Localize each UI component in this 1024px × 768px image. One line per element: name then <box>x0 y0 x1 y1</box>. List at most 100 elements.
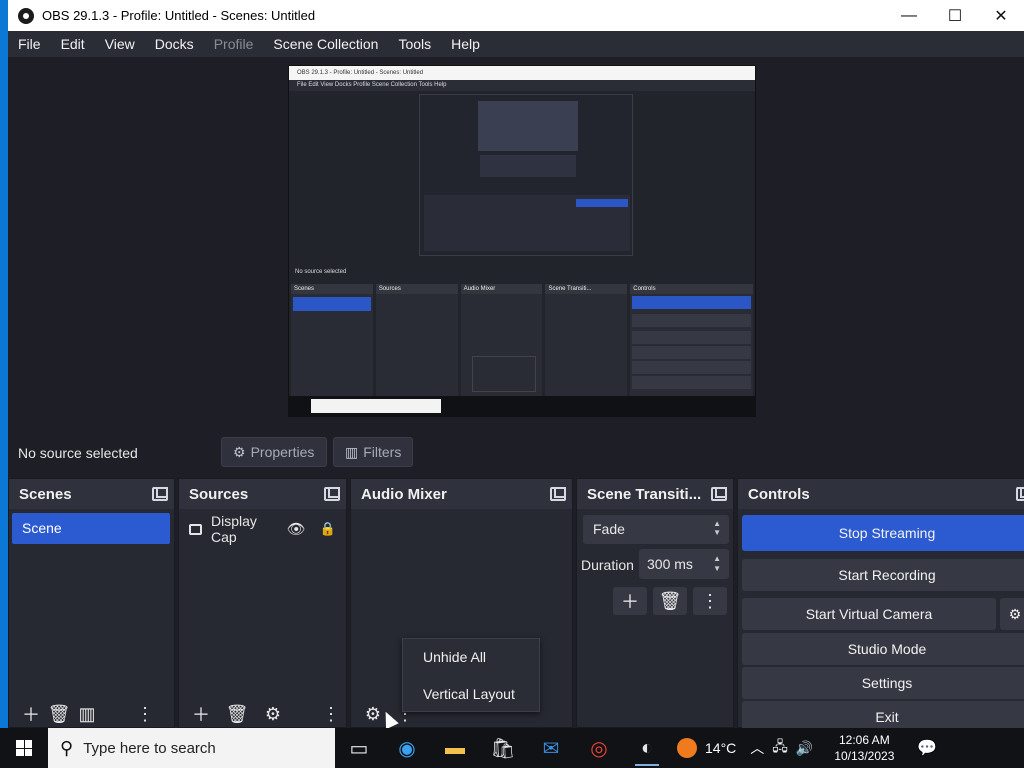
taskbar-clock[interactable]: 12:06 AM 10/13/2023 <box>829 732 899 764</box>
mail-icon[interactable]: ✉ <box>527 728 575 768</box>
unhide-all-menu-item[interactable]: Unhide All <box>403 639 539 676</box>
no-source-label: No source selected <box>18 445 138 461</box>
desktop-edge <box>0 0 8 728</box>
start-virtual-camera-button[interactable]: Start Virtual Camera <box>742 598 996 630</box>
search-icon: ⚲ <box>60 737 74 758</box>
stream-preview[interactable]: OBS 29.1.3 - Profile: Untitled - Scenes:… <box>288 65 756 417</box>
preview-nested-window <box>419 94 633 256</box>
controls-title: Controls <box>748 485 810 503</box>
clock-time: 12:06 AM <box>838 733 890 747</box>
scenes-toolbar: ＋ 🗑 ▥ ⋮ <box>9 701 174 727</box>
preview-dock-header: Controls <box>630 284 753 294</box>
taskbar-search[interactable]: ⚲ Type here to search <box>48 728 335 768</box>
source-item[interactable]: Display Cap 👁 🔒 <box>189 513 336 545</box>
task-view-icon[interactable]: ▭ <box>335 728 383 768</box>
undock-icon[interactable] <box>711 487 727 501</box>
lock-icon[interactable]: 🔒 <box>320 521 336 537</box>
eye-icon[interactable]: 👁 <box>287 520 306 538</box>
chevron-up-icon[interactable]: ︿ <box>750 738 764 758</box>
menu-tools[interactable]: Tools <box>388 36 441 52</box>
preview-taskbar <box>289 396 755 416</box>
weather-icon <box>677 738 697 758</box>
preview-scene-item <box>293 297 371 311</box>
preview-dock-transitions: Scene Transiti... <box>545 284 628 396</box>
transition-buttons: ＋ 🗑 ⋮ <box>613 587 727 615</box>
scene-transitions-dock: Scene Transiti... Fade ▲ ▼ Duration 300 m… <box>576 478 734 728</box>
maximize-button[interactable]: ☐ <box>932 0 978 31</box>
obs-logo-icon <box>18 7 34 24</box>
sources-list: Display Cap 👁 🔒 ＋ 🗑 ⚙ ⋮ <box>179 509 346 727</box>
menu-bar: File Edit View Docks Profile Scene Colle… <box>8 31 1024 57</box>
nested-preview-block <box>480 155 576 177</box>
store-icon[interactable]: 🛍 <box>479 728 527 768</box>
scenes-dock: Scenes Scene ＋ 🗑 ▥ ⋮ <box>8 478 175 728</box>
add-transition-button[interactable]: ＋ <box>613 587 647 615</box>
obs-taskbar-icon[interactable]: ◐ <box>623 728 671 768</box>
menu-file[interactable]: File <box>8 36 51 52</box>
add-source-button[interactable]: ＋ <box>187 702 215 726</box>
preview-dock-controls: Controls <box>630 284 753 396</box>
menu-docks[interactable]: Docks <box>145 36 204 52</box>
transition-select[interactable]: Fade ▲ ▼ <box>583 515 729 544</box>
source-name: Display Cap <box>210 513 257 545</box>
filters-label: Filters <box>363 444 402 460</box>
settings-button[interactable]: Settings <box>742 667 1024 699</box>
filter-icon[interactable]: ▥ <box>73 702 101 726</box>
add-scene-button[interactable]: ＋ <box>17 702 45 726</box>
obs-window: OBS 29.1.3 - Profile: Untitled - Scenes:… <box>0 0 1024 768</box>
chevron-updown-icon: ▲ ▼ <box>713 519 721 537</box>
nested-blue-button <box>576 199 628 207</box>
preview-dock-sources: Sources <box>375 284 458 396</box>
trash-icon[interactable]: 🗑 <box>223 702 251 726</box>
sources-toolbar: ＋ 🗑 ⚙ ⋮ <box>179 701 346 727</box>
properties-button[interactable]: ⚙ Properties <box>221 437 327 467</box>
audio-mixer-title: Audio Mixer <box>361 485 447 503</box>
audio-mixer-header: Audio Mixer <box>351 479 572 509</box>
close-button[interactable]: ✕ <box>978 0 1024 31</box>
minimize-button[interactable]: — <box>886 0 932 31</box>
source-toolbar: No source selected ⚙ Properties ▥ Filter… <box>8 432 1024 476</box>
more-options-icon[interactable]: ⋮ <box>131 702 159 726</box>
menu-help[interactable]: Help <box>441 36 490 52</box>
menu-edit[interactable]: Edit <box>51 36 95 52</box>
controls-header: Controls <box>738 479 1024 509</box>
controls-dock: Controls Stop Streaming Start Recording … <box>737 478 1024 733</box>
more-options-icon[interactable]: ⋮ <box>317 702 345 726</box>
undock-icon[interactable] <box>324 487 340 501</box>
chrome-icon[interactable]: ◎ <box>575 728 623 768</box>
start-recording-button[interactable]: Start Recording <box>742 559 1024 591</box>
duration-spinbox[interactable]: 300 ms ▲ ▼ <box>639 549 729 579</box>
network-icon[interactable]: 🖧 <box>772 736 788 760</box>
more-options-icon[interactable]: ⋮ <box>693 587 727 615</box>
chevron-updown-icon: ▲ ▼ <box>713 554 721 573</box>
file-explorer-icon[interactable]: ▬ <box>431 728 479 768</box>
vertical-layout-menu-item[interactable]: Vertical Layout <box>403 676 539 713</box>
notification-icon[interactable]: 💬 <box>907 738 947 758</box>
sources-title: Sources <box>189 485 249 503</box>
trash-icon[interactable]: 🗑 <box>653 587 687 615</box>
scenes-title: Scenes <box>19 485 72 503</box>
undock-icon[interactable] <box>550 487 566 501</box>
start-button[interactable] <box>0 728 48 768</box>
undock-icon[interactable] <box>1016 487 1024 501</box>
system-tray: ︿ 🖧 🔊 <box>750 736 813 760</box>
undock-icon[interactable] <box>152 487 168 501</box>
volume-icon[interactable]: 🔊 <box>796 740 813 757</box>
title-bar: OBS 29.1.3 - Profile: Untitled - Scenes:… <box>8 0 1024 31</box>
nested-preview-block <box>478 101 578 151</box>
trash-icon[interactable]: 🗑 <box>45 702 73 726</box>
scene-item[interactable]: Scene <box>12 513 170 544</box>
edge-browser-icon[interactable]: ◉ <box>383 728 431 768</box>
studio-mode-button[interactable]: Studio Mode <box>742 633 1024 665</box>
menu-scene-collection[interactable]: Scene Collection <box>263 36 388 52</box>
gear-icon[interactable]: ⚙ <box>259 702 287 726</box>
stop-streaming-button[interactable]: Stop Streaming <box>742 515 1024 551</box>
menu-view[interactable]: View <box>95 36 145 52</box>
filters-button[interactable]: ▥ Filters <box>333 437 413 467</box>
weather-widget[interactable]: 14°C <box>677 738 736 758</box>
virtual-camera-settings-button[interactable]: ⚙ <box>1000 598 1024 630</box>
window-title: OBS 29.1.3 - Profile: Untitled - Scenes:… <box>42 8 316 23</box>
properties-label: Properties <box>250 444 315 460</box>
gear-icon: ⚙ <box>233 443 246 460</box>
weather-temp: 14°C <box>705 740 737 756</box>
